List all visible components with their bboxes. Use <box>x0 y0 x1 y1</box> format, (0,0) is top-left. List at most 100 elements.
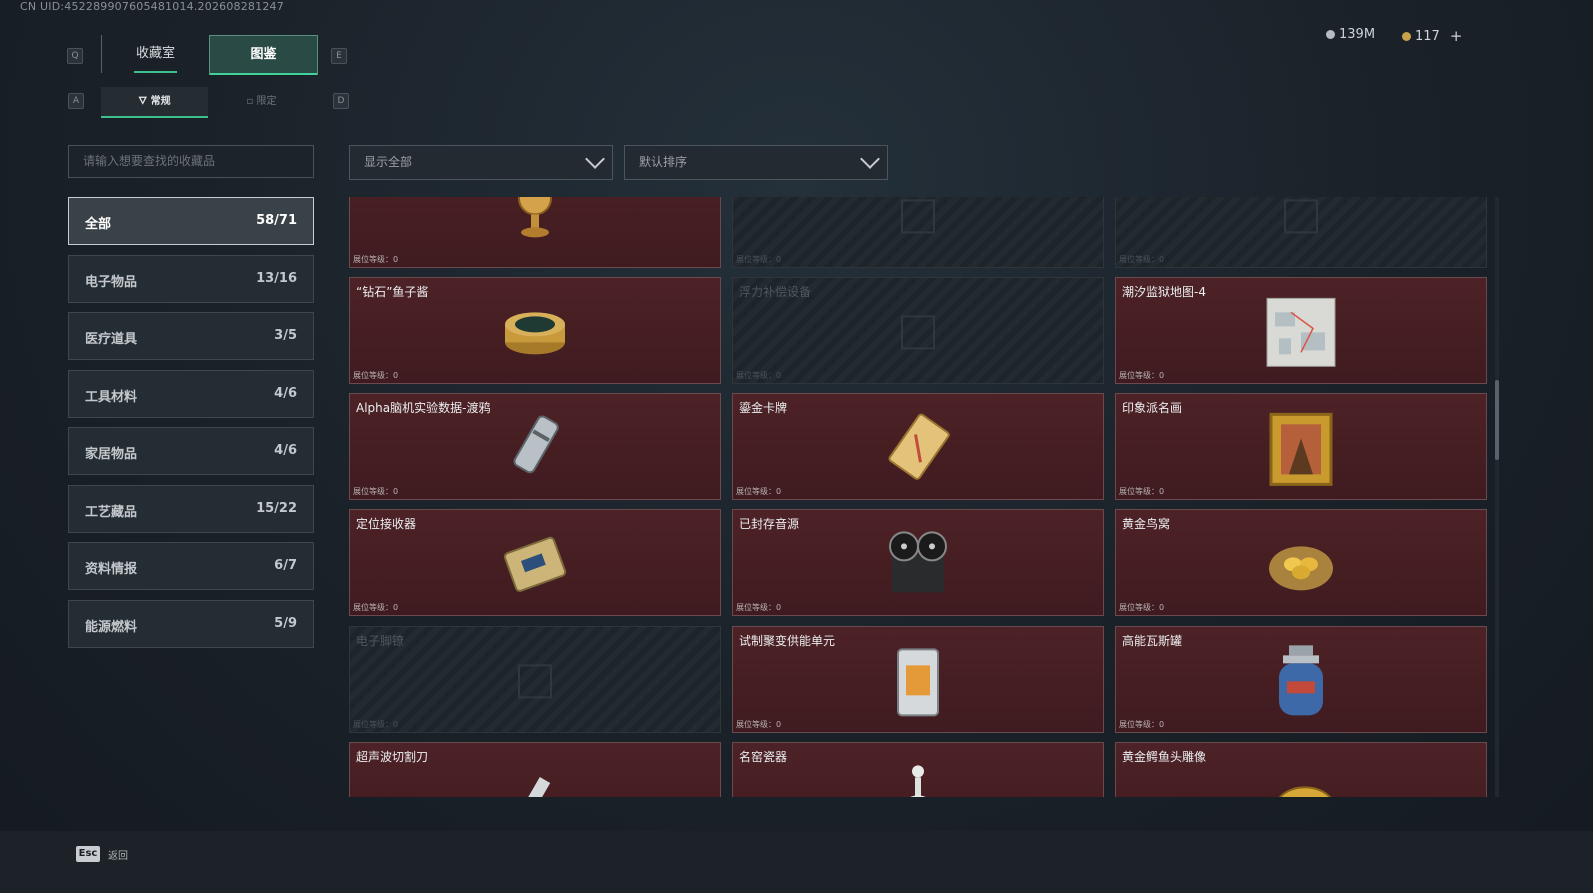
collection-card[interactable]: Alpha脑机实验数据-渡鸦展位等级：0 <box>349 393 721 500</box>
category-name: 医疗道具 <box>85 332 138 347</box>
category-item[interactable]: 家居物品 4/6 <box>68 427 314 475</box>
sort-dropdown[interactable]: 默认排序 <box>624 145 888 180</box>
collection-card[interactable]: 电子脚镣展位等级：0 <box>349 626 721 733</box>
card-title: 定位接收器 <box>356 517 417 531</box>
booth-level: 展位等级：0 <box>353 487 399 496</box>
collection-card[interactable]: 黄金鳄鱼头雕像展位等级：0 <box>1115 742 1487 797</box>
locked-item-icon <box>495 641 575 725</box>
booth-level: 展位等级：0 <box>1119 603 1165 612</box>
category-name: 资料情报 <box>85 562 138 577</box>
collection-card[interactable]: 展位等级：0 <box>349 197 721 268</box>
collection-card[interactable]: 鎏金卡牌 展位等级：0 <box>732 393 1104 500</box>
booth-level: 展位等级：0 <box>353 720 399 729</box>
sub-tabs: 🜄 常规 ▫ 限定 <box>101 87 315 118</box>
subtab-regular[interactable]: 🜄 常规 <box>101 87 208 118</box>
silver-coin-icon <box>1326 30 1335 39</box>
add-currency-button[interactable]: + <box>1450 27 1463 45</box>
category-name: 能源燃料 <box>85 619 138 635</box>
category-item[interactable]: 能源燃料 5/9 <box>68 599 314 648</box>
card-title: 鎏金卡牌 <box>739 401 788 415</box>
booth-level: 展位等级：0 <box>1119 371 1165 380</box>
category-count: 6/7 <box>274 558 297 573</box>
tape-recorder-icon <box>878 524 958 608</box>
card-title: 已封存音源 <box>739 517 800 531</box>
chevron-down-icon <box>860 149 880 169</box>
filter-dropdown[interactable]: 显示全部 <box>349 145 613 180</box>
main-tabs: 收藏室 图鉴 <box>101 35 318 75</box>
card-title: 印象派名画 <box>1122 401 1183 415</box>
data-canister-icon <box>495 408 575 492</box>
collection-card[interactable]: 超声波切割刀展位等级：0 <box>349 742 721 797</box>
collection-card[interactable]: 试制聚变供能单元展位等级：0 <box>732 626 1104 733</box>
booth-level: 展位等级：0 <box>353 603 399 612</box>
booth-level: 展位等级：0 <box>736 255 782 264</box>
booth-level: 展位等级：0 <box>353 371 399 380</box>
subtab-limited[interactable]: ▫ 限定 <box>208 87 315 116</box>
booth-level: 展位等级：0 <box>1119 487 1165 496</box>
gold-currency: 117 + <box>1402 27 1462 45</box>
tab-catalog[interactable]: 图鉴 <box>209 35 318 75</box>
map-icon <box>1261 292 1341 376</box>
box-icon: ▫ <box>246 96 257 107</box>
bottle-icon: 🜄 <box>138 96 151 107</box>
collection-card[interactable]: 浮力补偿设备展位等级：0 <box>732 277 1104 384</box>
card-title: 黄金鸟窝 <box>1122 517 1171 531</box>
category-name: 工艺藏品 <box>85 504 138 520</box>
prev-tab-key: Q <box>67 48 83 64</box>
booth-level: 展位等级：0 <box>736 371 782 380</box>
category-item[interactable]: 资料情报 6/7 <box>68 542 314 590</box>
search-input[interactable]: 请输入想要查找的收藏品 <box>68 145 314 178</box>
card-title: 高能瓦斯罐 <box>1122 634 1183 648</box>
card-title: 试制聚变供能单元 <box>739 634 836 648</box>
collection-card[interactable]: 展位等级：0 <box>732 197 1104 268</box>
collection-card[interactable]: 潮汐监狱地图-4 展位等级：0 <box>1115 277 1487 384</box>
category-count: 5/9 <box>274 615 297 631</box>
back-label[interactable]: 返回 <box>108 847 128 862</box>
collection-card[interactable]: 黄金鸟窝展位等级：0 <box>1115 509 1487 616</box>
locked-item-icon <box>878 292 958 376</box>
gold-card-icon <box>878 408 958 492</box>
player-uid: CN UID:4522899076054810​14.20260828​1247 <box>20 0 284 13</box>
porcelain-icon <box>878 757 958 797</box>
tab-collection-room[interactable]: 收藏室 <box>101 35 209 73</box>
gold-trophy-icon <box>495 197 575 260</box>
scrollbar-thumb[interactable] <box>1495 380 1499 460</box>
locked-item-icon <box>878 197 958 260</box>
category-item[interactable]: 全部 58/71 <box>68 197 314 245</box>
card-title: “钻石”鱼子酱 <box>356 285 429 299</box>
category-item[interactable]: 电子物品 13/16 <box>68 254 314 303</box>
collection-card[interactable]: 印象派名画展位等级：0 <box>1115 393 1487 500</box>
category-item[interactable]: 工艺藏品 15/22 <box>68 484 314 533</box>
filter-value: 显示全部 <box>364 155 413 169</box>
collection-card[interactable]: 名窑瓷器展位等级：0 <box>732 742 1104 797</box>
card-title: 浮力补偿设备 <box>739 285 812 299</box>
sort-value: 默认排序 <box>639 155 688 169</box>
collection-card[interactable]: 定位接收器展位等级：0 <box>349 509 721 616</box>
cutter-icon <box>495 757 575 797</box>
subtab-limited-label: 限定 <box>256 96 277 107</box>
next-subtab-key: D <box>333 93 349 109</box>
next-tab-key: E <box>331 48 347 64</box>
collection-card[interactable]: “钻石”鱼子酱展位等级：0 <box>349 277 721 384</box>
category-name: 家居物品 <box>85 447 138 462</box>
caviar-tin-icon <box>495 292 575 376</box>
category-name: 全部 <box>85 217 112 232</box>
esc-key[interactable]: Esc <box>76 846 100 862</box>
card-title: 电子脚镣 <box>356 634 405 648</box>
chevron-down-icon <box>585 149 605 169</box>
subtab-regular-label: 常规 <box>150 96 171 107</box>
collection-card[interactable]: 高能瓦斯罐 展位等级：0 <box>1115 626 1487 733</box>
category-count: 58/71 <box>256 213 297 228</box>
collection-card[interactable]: 已封存音源 展位等级：0 <box>732 509 1104 616</box>
receiver-icon <box>495 524 575 608</box>
card-title: 潮汐监狱地图-4 <box>1122 285 1206 299</box>
category-item[interactable]: 工具材料 4/6 <box>68 369 314 418</box>
scroll-track[interactable] <box>1495 197 1499 797</box>
category-item[interactable]: 医疗道具 3/5 <box>68 312 314 360</box>
card-title: Alpha脑机实验数据-渡鸦 <box>356 401 491 415</box>
silver-currency: 139M <box>1326 27 1375 42</box>
booth-level: 展位等级：0 <box>736 720 782 729</box>
collection-card[interactable]: 展位等级：0 <box>1115 197 1487 268</box>
prev-subtab-key: A <box>68 93 84 109</box>
category-count: 4/6 <box>274 385 297 401</box>
